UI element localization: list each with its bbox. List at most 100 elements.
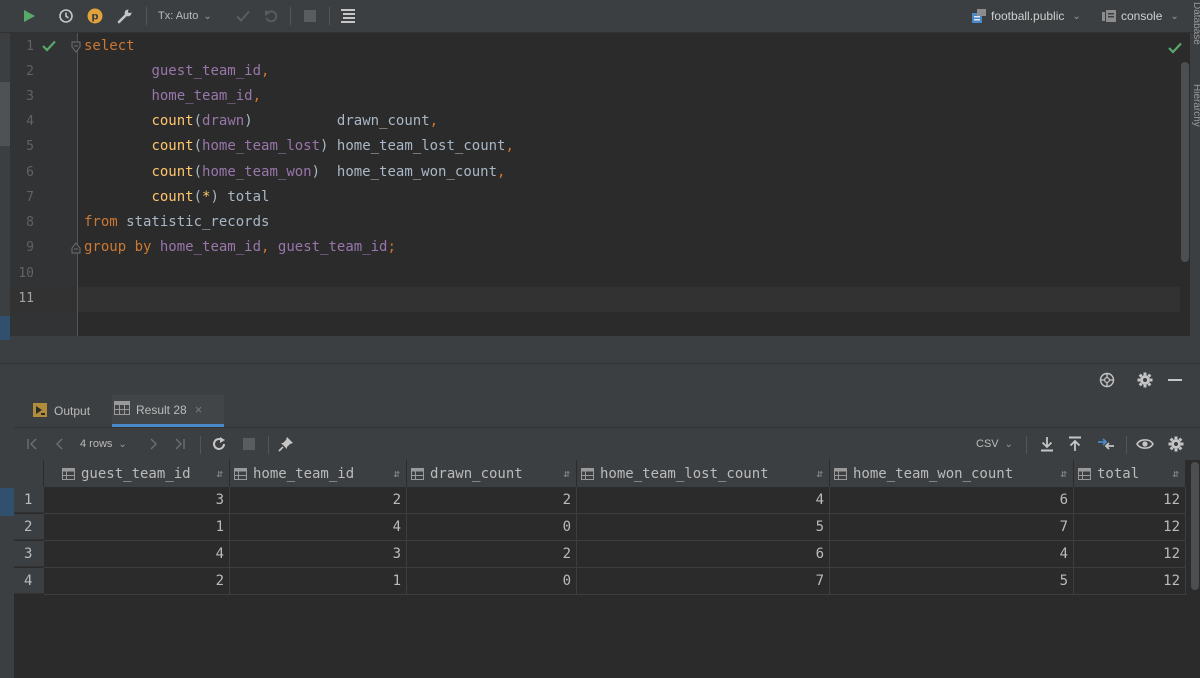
- rows-per-page-dropdown[interactable]: 4 rows ⌄: [80, 434, 142, 454]
- table-cell[interactable]: 2: [407, 541, 577, 568]
- gear-icon[interactable]: [1166, 434, 1186, 454]
- view-icon[interactable]: [1134, 434, 1156, 454]
- stop-icon[interactable]: [300, 4, 320, 28]
- table-cell[interactable]: 4: [230, 514, 407, 541]
- sort-icon[interactable]: ⇵: [1172, 467, 1179, 480]
- table-cell[interactable]: 12: [1074, 541, 1186, 568]
- last-page-icon[interactable]: [172, 434, 188, 454]
- table-cell[interactable]: 6: [577, 541, 830, 568]
- hierarchy-side-tab[interactable]: Hierarchy: [1191, 84, 1200, 144]
- prev-page-icon[interactable]: [52, 434, 68, 454]
- table-cell[interactable]: 6: [830, 487, 1074, 514]
- cancel-icon[interactable]: [240, 434, 258, 454]
- tx-mode-dropdown[interactable]: Tx: Auto ⌄: [158, 4, 220, 28]
- refresh-icon[interactable]: [210, 434, 228, 454]
- column-header-home-team-won-count[interactable]: home_team_won_count ⇵: [830, 460, 1074, 487]
- table-cell[interactable]: 7: [577, 568, 830, 595]
- editor-bottom-area: [10, 336, 1190, 363]
- profile-icon[interactable]: p: [84, 4, 106, 28]
- commit-check-icon[interactable]: [233, 4, 253, 28]
- toolbar-separator: [268, 436, 269, 454]
- row-number[interactable]: 2: [14, 514, 44, 540]
- sort-icon[interactable]: ⇵: [216, 467, 223, 480]
- editor-scrollbar-thumb[interactable]: [1181, 62, 1189, 262]
- table-cell[interactable]: 1: [230, 568, 407, 595]
- console-selector[interactable]: console ⌄: [1101, 4, 1181, 28]
- tab-output[interactable]: Output: [28, 395, 112, 427]
- column-header-home-team-lost-count[interactable]: home_team_lost_count ⇵: [577, 460, 830, 487]
- tab-result-28[interactable]: Result 28 ×: [112, 395, 224, 427]
- rollback-icon[interactable]: [261, 4, 281, 28]
- download-icon[interactable]: [1038, 434, 1056, 454]
- target-icon[interactable]: [1097, 368, 1117, 392]
- table-cell[interactable]: 4: [44, 541, 230, 568]
- table-cell[interactable]: 0: [407, 514, 577, 541]
- line-number: 9: [26, 240, 34, 255]
- result-toolbar: 4 rows ⌄ CSV ⌄: [14, 427, 1200, 460]
- toolbar-separator: [1126, 436, 1127, 454]
- row-number[interactable]: 4: [14, 568, 44, 594]
- code-line: count(home_team_won) home_team_won_count…: [151, 164, 506, 180]
- database-side-tab[interactable]: Database: [1191, 2, 1200, 47]
- line-number: 1: [26, 39, 34, 54]
- upload-icon[interactable]: [1066, 434, 1084, 454]
- table-cell[interactable]: 2: [44, 568, 230, 595]
- first-page-icon[interactable]: [24, 434, 40, 454]
- next-page-icon[interactable]: [145, 434, 161, 454]
- table-cell[interactable]: 2: [230, 487, 407, 514]
- table-cell[interactable]: 1: [44, 514, 230, 541]
- sort-icon[interactable]: ⇵: [1060, 467, 1067, 480]
- minimize-icon[interactable]: [1166, 368, 1184, 392]
- sort-icon[interactable]: ⇵: [563, 467, 570, 480]
- table-cell[interactable]: 0: [407, 568, 577, 595]
- code-line: from statistic_records: [84, 214, 270, 230]
- toolbar-separator: [146, 7, 147, 25]
- settings-wrench-icon[interactable]: [114, 4, 136, 28]
- gear-icon[interactable]: [1135, 368, 1155, 392]
- pin-icon[interactable]: [277, 434, 295, 454]
- main-toolbar: p Tx: Auto ⌄ football.public ⌄ console ⌄: [0, 0, 1200, 33]
- column-icon: [834, 467, 847, 480]
- table-cell[interactable]: 7: [830, 514, 1074, 541]
- table-cell[interactable]: 5: [830, 568, 1074, 595]
- table-icon: [114, 401, 130, 418]
- format-icon[interactable]: [338, 4, 358, 28]
- column-header-drawn-count[interactable]: drawn_count ⇵: [407, 460, 577, 487]
- run-icon[interactable]: [18, 4, 40, 28]
- table-cell[interactable]: 4: [577, 487, 830, 514]
- table-cell[interactable]: 2: [407, 487, 577, 514]
- history-icon[interactable]: [55, 4, 77, 28]
- output-icon: [32, 402, 48, 421]
- schema-selector[interactable]: football.public ⌄: [971, 4, 1083, 28]
- table-cell[interactable]: 3: [44, 487, 230, 514]
- fold-icon[interactable]: [71, 242, 81, 254]
- sort-icon[interactable]: ⇵: [393, 467, 400, 480]
- sort-icon[interactable]: ⇵: [816, 467, 823, 480]
- column-header-guest-team-id[interactable]: guest_team_id ⇵: [44, 460, 230, 487]
- close-icon[interactable]: ×: [195, 402, 203, 417]
- table-cell[interactable]: 4: [830, 541, 1074, 568]
- table-cell[interactable]: 5: [577, 514, 830, 541]
- column-header-home-team-id[interactable]: home_team_id ⇵: [230, 460, 407, 487]
- table-cell[interactable]: 3: [230, 541, 407, 568]
- toolbar-separator: [1026, 436, 1027, 454]
- tab-result-label: Result 28: [136, 402, 187, 417]
- export-format-dropdown[interactable]: CSV ⌄: [976, 434, 1016, 454]
- table-cell[interactable]: 12: [1074, 568, 1186, 595]
- grid-scrollbar-thumb[interactable]: [1191, 462, 1199, 590]
- line-number: 7: [26, 190, 34, 205]
- fold-icon[interactable]: [71, 41, 81, 53]
- table-cell[interactable]: 12: [1074, 514, 1186, 541]
- check-icon: [42, 40, 56, 55]
- column-header-total[interactable]: total ⇵: [1074, 460, 1186, 487]
- compare-icon[interactable]: [1096, 434, 1116, 454]
- row-number[interactable]: 1: [14, 487, 44, 513]
- toolbar-separator: [290, 7, 291, 25]
- line-number: 2: [26, 64, 34, 79]
- schema-label: football.public: [991, 9, 1065, 23]
- column-icon: [234, 467, 247, 480]
- row-number[interactable]: 3: [14, 541, 44, 567]
- column-icon: [62, 467, 75, 480]
- table-cell[interactable]: 12: [1074, 487, 1186, 514]
- column-icon: [1078, 467, 1091, 480]
